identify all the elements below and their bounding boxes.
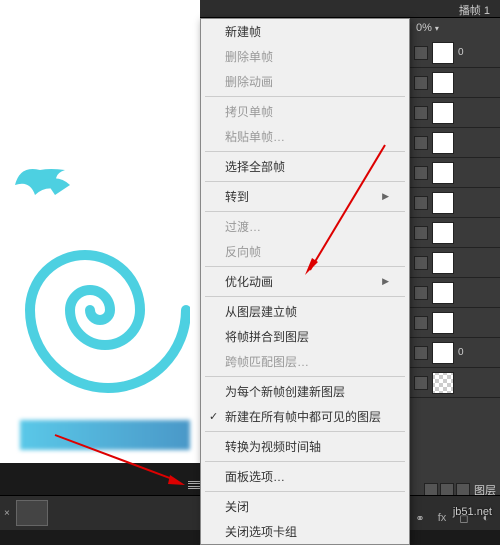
visibility-toggle-icon[interactable] [414,226,428,240]
menu-separator [205,181,405,182]
layer-thumbnail [432,372,454,394]
menu-select-all-frames[interactable]: 选择全部帧 [201,154,409,179]
dropdown-arrow-icon: ▾ [435,24,439,33]
top-bar: 播帧 1 [200,0,500,18]
visibility-toggle-icon[interactable] [414,46,428,60]
menu-delete-frame: 删除单帧 [201,44,409,69]
layer-name: 0 [458,47,464,58]
fx-icon[interactable]: fx [434,510,450,526]
frame-tab-label: 播帧 1 [459,2,490,18]
visibility-toggle-icon[interactable] [414,376,428,390]
menu-separator [205,211,405,212]
layer-row[interactable] [410,98,500,128]
menu-separator [205,491,405,492]
visibility-toggle-icon[interactable] [414,76,428,90]
visibility-toggle-icon[interactable] [414,196,428,210]
menu-panel-options[interactable]: 面板选项… [201,464,409,489]
layer-thumbnail [432,312,454,334]
timeline-panel-menu: 新建帧 删除单帧 删除动画 拷贝单帧 粘贴单帧… 选择全部帧 转到▶ 过渡… 反… [200,18,410,545]
menu-goto[interactable]: 转到▶ [201,184,409,209]
link-layers-icon[interactable]: ⚭ [412,510,428,526]
visibility-toggle-icon[interactable] [414,136,428,150]
blur-region [20,420,190,450]
layer-thumbnail [432,342,454,364]
visibility-toggle-icon[interactable] [414,346,428,360]
layer-list: 0 0 [410,38,500,398]
submenu-arrow-icon: ▶ [382,276,389,287]
menu-separator [205,296,405,297]
menu-close[interactable]: 关闭 [201,494,409,519]
menu-reverse-frames: 反向帧 [201,239,409,264]
layer-row[interactable] [410,368,500,398]
watermark: jb51.net [453,506,492,518]
close-icon[interactable]: × [4,508,10,519]
layers-panel: 0% ▾ 0 0 [410,18,500,500]
menu-separator [205,96,405,97]
opacity-control[interactable]: 0% ▾ [410,18,500,38]
menu-delete-animation: 删除动画 [201,69,409,94]
layer-thumbnail [432,132,454,154]
layer-row[interactable]: 0 [410,338,500,368]
visibility-toggle-icon[interactable] [414,286,428,300]
checkmark-icon: ✓ [209,410,218,423]
menu-tween: 过渡… [201,214,409,239]
layer-row[interactable] [410,278,500,308]
menu-match-layers: 跨帧匹配图层… [201,349,409,374]
menu-make-frames-from-layers[interactable]: 从图层建立帧 [201,299,409,324]
menu-optimize-animation[interactable]: 优化动画▶ [201,269,409,294]
layer-thumbnail [432,252,454,274]
spiral-artwork [10,160,190,410]
visibility-toggle-icon[interactable] [414,316,428,330]
layer-row[interactable] [410,68,500,98]
layer-thumbnail [432,192,454,214]
layer-thumbnail [432,102,454,124]
layer-row[interactable] [410,308,500,338]
menu-new-layer-per-frame[interactable]: 为每个新帧创建新图层 [201,379,409,404]
layer-row[interactable] [410,158,500,188]
layer-name: 0 [458,347,464,358]
visibility-toggle-icon[interactable] [414,166,428,180]
layer-row[interactable] [410,128,500,158]
layer-thumbnail [432,282,454,304]
visibility-toggle-icon[interactable] [414,106,428,120]
menu-separator [205,461,405,462]
layer-row[interactable] [410,218,500,248]
menu-new-frame[interactable]: 新建帧 [201,19,409,44]
menu-copy-frame: 拷贝单帧 [201,99,409,124]
menu-paste-frame: 粘贴单帧… [201,124,409,149]
layer-thumbnail [432,42,454,64]
menu-convert-to-video-timeline[interactable]: 转换为视频时间轴 [201,434,409,459]
layer-row[interactable] [410,248,500,278]
layer-thumbnail [432,222,454,244]
opacity-value: 0% [416,22,432,34]
menu-separator [205,376,405,377]
canvas-area[interactable] [0,0,200,465]
menu-separator [205,151,405,152]
visibility-toggle-icon[interactable] [414,256,428,270]
menu-separator [205,266,405,267]
menu-new-layers-visible[interactable]: ✓新建在所有帧中都可见的图层 [201,404,409,429]
canvas-cutoff [0,463,200,467]
menu-separator [205,431,405,432]
layer-row[interactable] [410,188,500,218]
menu-flatten-frames-to-layers[interactable]: 将帧拼合到图层 [201,324,409,349]
layer-row[interactable]: 0 [410,38,500,68]
submenu-arrow-icon: ▶ [382,191,389,202]
layer-thumbnail [432,72,454,94]
timeline-frame-thumb[interactable] [16,500,48,526]
layer-thumbnail [432,162,454,184]
menu-close-tab-group[interactable]: 关闭选项卡组 [201,519,409,544]
